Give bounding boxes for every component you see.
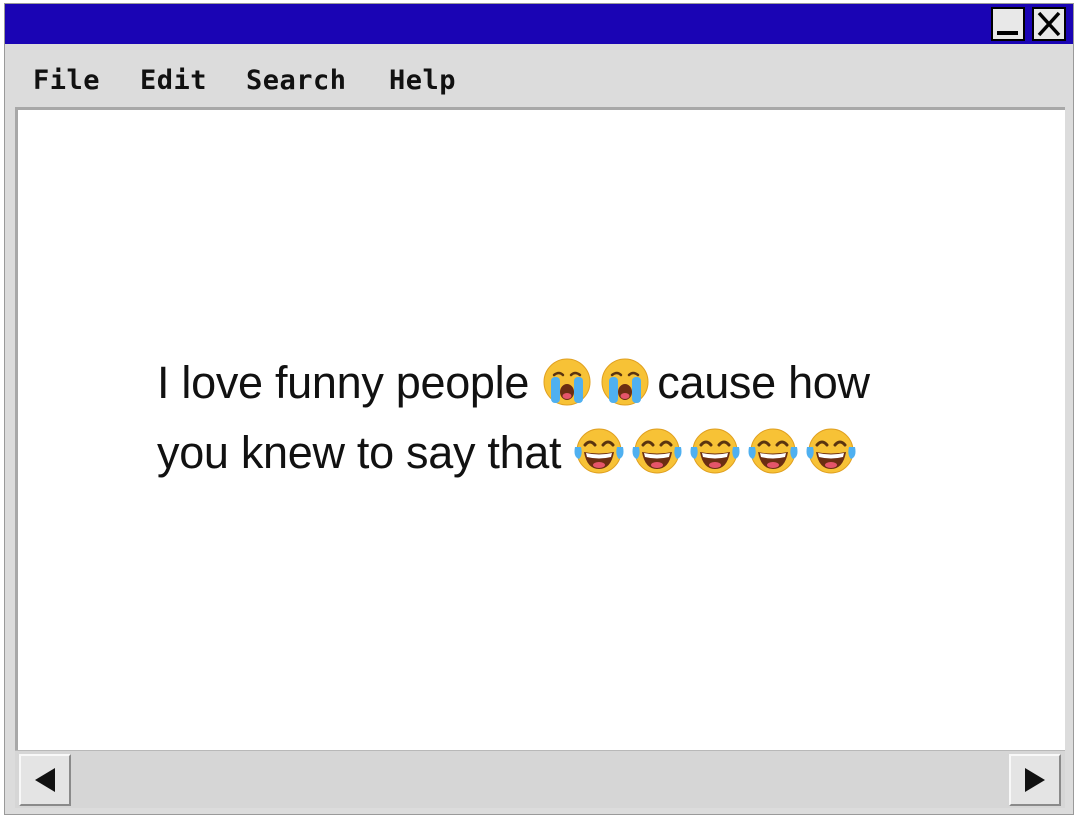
document-area[interactable]: I love funny people cause how you knew t… (15, 107, 1065, 750)
face-with-tears-of-joy-icon (631, 425, 683, 477)
minimize-button[interactable] (991, 7, 1025, 41)
minimize-icon (997, 31, 1018, 35)
text-segment: I love funny people (157, 357, 542, 408)
menu-edit[interactable]: Edit (140, 64, 207, 98)
face-with-tears-of-joy-icon (689, 425, 741, 477)
horizontal-scrollbar[interactable] (15, 750, 1065, 808)
scroll-right-button[interactable] (1009, 754, 1061, 806)
menu-help[interactable]: Help (389, 64, 456, 98)
title-bar[interactable] (5, 4, 1073, 44)
loudly-crying-face-icon (541, 355, 593, 407)
app-window: File Edit Search Help I love funny peopl… (4, 3, 1074, 815)
document-text: I love funny people cause how you knew t… (157, 348, 947, 488)
face-with-tears-of-joy-icon (747, 425, 799, 477)
close-icon (1037, 11, 1061, 37)
arrow-left-icon (35, 768, 55, 792)
face-with-tears-of-joy-icon (805, 425, 857, 477)
menu-file[interactable]: File (33, 64, 100, 98)
face-with-tears-of-joy-icon (573, 425, 625, 477)
scroll-left-button[interactable] (19, 754, 71, 806)
loudly-crying-face-icon (599, 355, 651, 407)
menu-bar: File Edit Search Help (5, 44, 1073, 107)
close-button[interactable] (1032, 7, 1066, 41)
arrow-right-icon (1025, 768, 1045, 792)
menu-search[interactable]: Search (246, 64, 347, 98)
